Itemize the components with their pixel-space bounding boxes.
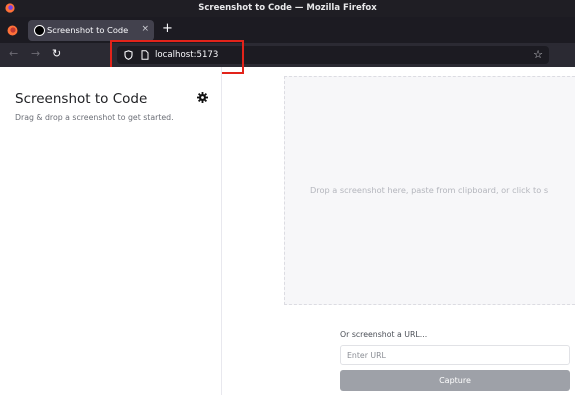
reload-button[interactable]: ↻ — [52, 48, 61, 60]
screenshot-dropzone[interactable]: Drop a screenshot here, paste from clipb… — [284, 76, 575, 305]
firefox-icon — [5, 3, 15, 13]
tab-close-icon[interactable]: × — [141, 24, 149, 34]
capture-button[interactable]: Capture — [340, 370, 570, 391]
sidebar: Screenshot to Code Drag & drop a screens… — [0, 67, 222, 395]
dropzone-text: Drop a screenshot here, paste from clipb… — [310, 185, 549, 195]
url-form-label: Or screenshot a URL... — [340, 330, 428, 339]
bookmark-star-icon[interactable]: ☆ — [533, 48, 543, 61]
new-tab-button[interactable]: + — [162, 22, 173, 35]
tab-strip: Screenshot to Code × — [0, 17, 575, 43]
app-subtitle: Drag & drop a screenshot to get started. — [15, 113, 174, 122]
window-titlebar: Screenshot to Code — Mozilla Firefox — [0, 0, 575, 17]
app-title: Screenshot to Code — [15, 91, 148, 107]
forward-button[interactable]: → — [31, 48, 40, 60]
firefox-menu-icon[interactable] — [7, 25, 18, 36]
window-title: Screenshot to Code — Mozilla Firefox — [198, 3, 377, 13]
navigation-toolbar: ← → ↻ localhost:5173 ☆ — [0, 43, 575, 67]
url-input[interactable] — [340, 345, 570, 365]
tab-screenshot-to-code[interactable]: Screenshot to Code × — [28, 20, 154, 41]
gear-icon[interactable] — [197, 92, 208, 103]
tab-favicon-icon — [34, 25, 45, 36]
tab-title: Screenshot to Code — [47, 25, 129, 35]
back-button[interactable]: ← — [9, 48, 18, 60]
